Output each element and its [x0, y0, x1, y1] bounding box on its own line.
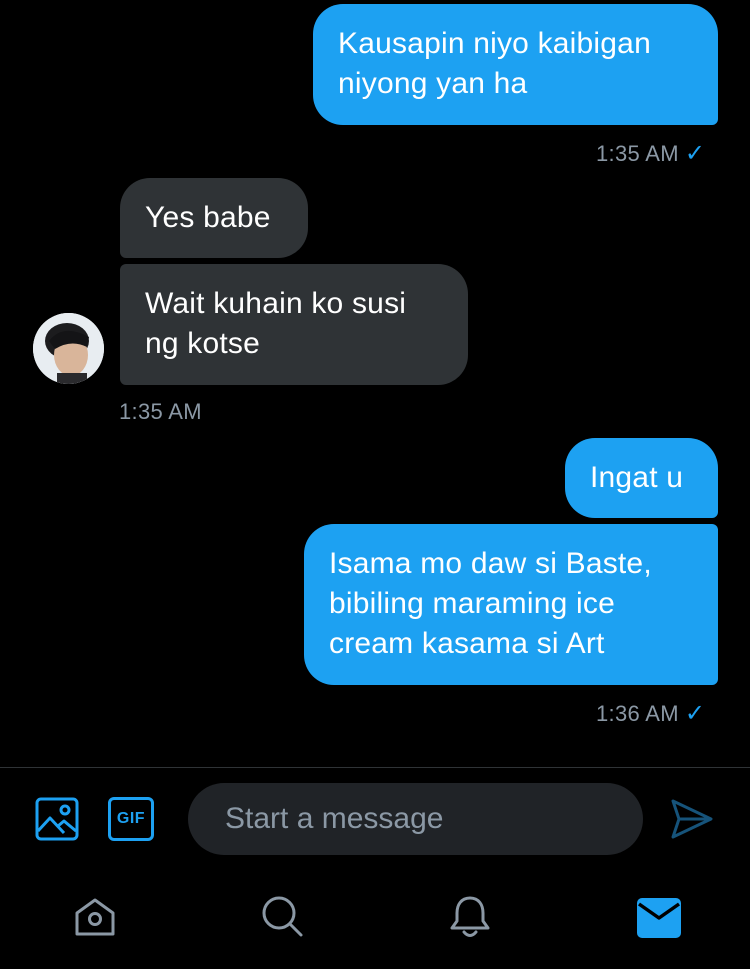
message-input[interactable]: Start a message — [188, 783, 643, 855]
avatar-photo — [33, 313, 104, 384]
message-bubble-sent[interactable]: Kausapin niyo kaibigan niyong yan ha — [313, 4, 718, 125]
message-bubble-received[interactable]: Yes babe — [120, 178, 308, 258]
message-input-placeholder: Start a message — [225, 802, 444, 835]
read-check-icon: ✓ — [684, 700, 706, 727]
composer-divider — [0, 767, 750, 768]
message-bubble-sent[interactable]: Ingat u — [565, 438, 718, 518]
search-icon[interactable] — [260, 894, 304, 938]
message-timestamp: 1:35 AM — [119, 399, 202, 425]
message-bubble-sent[interactable]: Isama mo daw si Baste, bibiling maraming… — [304, 524, 718, 685]
gif-icon[interactable]: GIF — [108, 797, 154, 841]
bell-icon[interactable] — [448, 894, 492, 940]
message-timestamp: 1:35 AM ✓ — [596, 139, 705, 168]
timestamp-text: 1:35 AM — [596, 141, 679, 166]
gif-label: GIF — [116, 810, 146, 827]
timestamp-text: 1:36 AM — [596, 701, 679, 726]
image-icon[interactable] — [35, 797, 79, 841]
send-icon[interactable] — [670, 797, 714, 841]
mail-icon[interactable] — [637, 898, 681, 938]
read-check-icon: ✓ — [684, 140, 706, 167]
message-bubble-received[interactable]: Wait kuhain ko susi ng kotse — [120, 264, 468, 385]
message-timestamp: 1:36 AM ✓ — [596, 699, 705, 728]
timestamp-text: 1:35 AM — [119, 399, 202, 424]
home-icon[interactable] — [73, 896, 117, 940]
avatar[interactable] — [33, 313, 104, 384]
